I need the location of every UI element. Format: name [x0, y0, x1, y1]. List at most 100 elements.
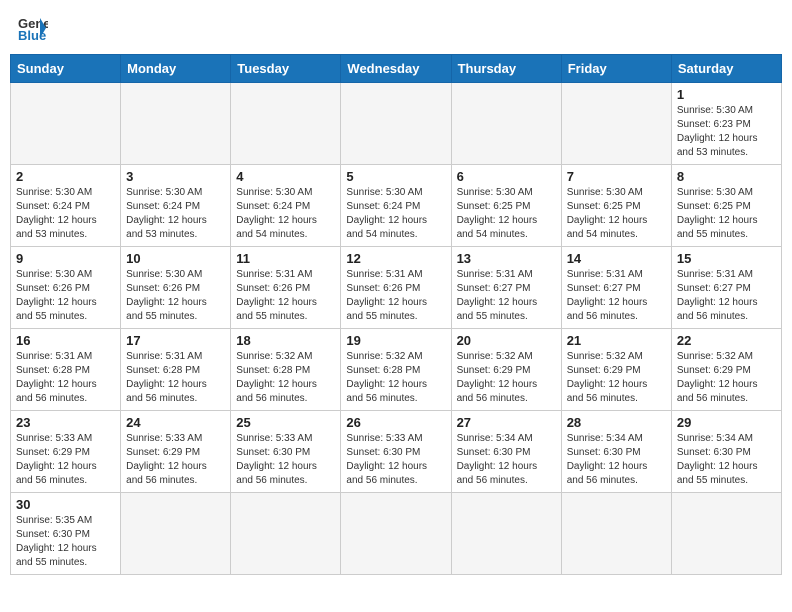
day-number: 12	[346, 251, 445, 266]
day-number: 21	[567, 333, 666, 348]
calendar-cell	[231, 83, 341, 165]
day-info: Sunrise: 5:35 AM Sunset: 6:30 PM Dayligh…	[16, 514, 115, 570]
calendar: SundayMondayTuesdayWednesdayThursdayFrid…	[10, 54, 782, 575]
day-info: Sunrise: 5:31 AM Sunset: 6:26 PM Dayligh…	[236, 268, 335, 324]
day-number: 24	[126, 415, 225, 430]
day-number: 10	[126, 251, 225, 266]
calendar-cell: 9Sunrise: 5:30 AM Sunset: 6:26 PM Daylig…	[11, 247, 121, 329]
calendar-cell: 6 Sunrise: 5:30 AM Sunset: 6:25 PM Daylig…	[451, 165, 561, 247]
week-row-5: 23 Sunrise: 5:33 AM Sunset: 6:29 PM Dayli…	[11, 411, 782, 493]
day-info: Sunrise: 5:31 AM Sunset: 6:27 PM Dayligh…	[457, 268, 556, 324]
day-info: Sunrise: 5:32 AM Sunset: 6:29 PM Dayligh…	[677, 350, 776, 406]
calendar-cell: 15 Sunrise: 5:31 AM Sunset: 6:27 PM Dayli…	[671, 247, 781, 329]
day-number: 30	[16, 497, 115, 512]
day-info: Sunrise: 5:33 AM Sunset: 6:29 PM Dayligh…	[16, 432, 115, 488]
day-info: Sunrise: 5:32 AM Sunset: 6:28 PM Dayligh…	[236, 350, 335, 406]
day-info: Sunrise: 5:33 AM Sunset: 6:29 PM Dayligh…	[126, 432, 225, 488]
weekday-header-thursday: Thursday	[451, 55, 561, 83]
weekday-header-tuesday: Tuesday	[231, 55, 341, 83]
calendar-cell: 2 Sunrise: 5:30 AM Sunset: 6:24 PM Daylig…	[11, 165, 121, 247]
calendar-cell: 13 Sunrise: 5:31 AM Sunset: 6:27 PM Dayli…	[451, 247, 561, 329]
day-number: 23	[16, 415, 115, 430]
day-info: Sunrise: 5:32 AM Sunset: 6:29 PM Dayligh…	[567, 350, 666, 406]
day-number: 15	[677, 251, 776, 266]
day-info: Sunrise: 5:30 AM Sunset: 6:24 PM Dayligh…	[16, 186, 115, 242]
weekday-header-saturday: Saturday	[671, 55, 781, 83]
weekday-header-wednesday: Wednesday	[341, 55, 451, 83]
day-info: Sunrise: 5:31 AM Sunset: 6:27 PM Dayligh…	[567, 268, 666, 324]
day-number: 7	[567, 169, 666, 184]
day-info: Sunrise: 5:31 AM Sunset: 6:28 PM Dayligh…	[16, 350, 115, 406]
header: General Blue	[10, 10, 782, 46]
day-number: 22	[677, 333, 776, 348]
day-number: 4	[236, 169, 335, 184]
calendar-cell	[561, 83, 671, 165]
calendar-cell: 25Sunrise: 5:33 AM Sunset: 6:30 PM Dayli…	[231, 411, 341, 493]
calendar-cell: 14 Sunrise: 5:31 AM Sunset: 6:27 PM Dayli…	[561, 247, 671, 329]
calendar-cell	[451, 83, 561, 165]
day-info: Sunrise: 5:33 AM Sunset: 6:30 PM Dayligh…	[236, 432, 335, 488]
day-info: Sunrise: 5:34 AM Sunset: 6:30 PM Dayligh…	[677, 432, 776, 488]
day-info: Sunrise: 5:30 AM Sunset: 6:23 PM Dayligh…	[677, 104, 776, 160]
day-info: Sunrise: 5:33 AM Sunset: 6:30 PM Dayligh…	[346, 432, 445, 488]
logo: General Blue	[18, 14, 52, 42]
day-info: Sunrise: 5:31 AM Sunset: 6:27 PM Dayligh…	[677, 268, 776, 324]
calendar-cell: 22 Sunrise: 5:32 AM Sunset: 6:29 PM Dayli…	[671, 329, 781, 411]
day-info: Sunrise: 5:30 AM Sunset: 6:25 PM Dayligh…	[677, 186, 776, 242]
calendar-cell	[121, 83, 231, 165]
day-number: 26	[346, 415, 445, 430]
day-number: 9	[16, 251, 115, 266]
day-info: Sunrise: 5:32 AM Sunset: 6:29 PM Dayligh…	[457, 350, 556, 406]
calendar-cell: 20 Sunrise: 5:32 AM Sunset: 6:29 PM Dayli…	[451, 329, 561, 411]
day-number: 19	[346, 333, 445, 348]
calendar-cell: 21 Sunrise: 5:32 AM Sunset: 6:29 PM Dayli…	[561, 329, 671, 411]
calendar-cell: 18 Sunrise: 5:32 AM Sunset: 6:28 PM Dayli…	[231, 329, 341, 411]
day-number: 11	[236, 251, 335, 266]
week-row-1: 1 Sunrise: 5:30 AM Sunset: 6:23 PM Daylig…	[11, 83, 782, 165]
calendar-cell	[561, 493, 671, 575]
calendar-cell: 23 Sunrise: 5:33 AM Sunset: 6:29 PM Dayli…	[11, 411, 121, 493]
calendar-cell: 26 Sunrise: 5:33 AM Sunset: 6:30 PM Dayli…	[341, 411, 451, 493]
day-number: 1	[677, 87, 776, 102]
day-number: 6	[457, 169, 556, 184]
day-number: 18	[236, 333, 335, 348]
day-number: 16	[16, 333, 115, 348]
day-info: Sunrise: 5:30 AM Sunset: 6:24 PM Dayligh…	[126, 186, 225, 242]
weekday-header-row: SundayMondayTuesdayWednesdayThursdayFrid…	[11, 55, 782, 83]
day-info: Sunrise: 5:32 AM Sunset: 6:28 PM Dayligh…	[346, 350, 445, 406]
weekday-header-sunday: Sunday	[11, 55, 121, 83]
calendar-cell: 7Sunrise: 5:30 AM Sunset: 6:25 PM Daylig…	[561, 165, 671, 247]
day-info: Sunrise: 5:30 AM Sunset: 6:24 PM Dayligh…	[346, 186, 445, 242]
day-number: 29	[677, 415, 776, 430]
calendar-cell: 19 Sunrise: 5:32 AM Sunset: 6:28 PM Dayli…	[341, 329, 451, 411]
day-number: 14	[567, 251, 666, 266]
calendar-cell: 12 Sunrise: 5:31 AM Sunset: 6:26 PM Dayli…	[341, 247, 451, 329]
day-number: 28	[567, 415, 666, 430]
calendar-cell: 5 Sunrise: 5:30 AM Sunset: 6:24 PM Daylig…	[341, 165, 451, 247]
day-number: 2	[16, 169, 115, 184]
day-number: 5	[346, 169, 445, 184]
calendar-cell	[231, 493, 341, 575]
day-info: Sunrise: 5:31 AM Sunset: 6:26 PM Dayligh…	[346, 268, 445, 324]
day-info: Sunrise: 5:30 AM Sunset: 6:25 PM Dayligh…	[457, 186, 556, 242]
calendar-cell	[11, 83, 121, 165]
day-number: 13	[457, 251, 556, 266]
day-info: Sunrise: 5:30 AM Sunset: 6:24 PM Dayligh…	[236, 186, 335, 242]
calendar-cell: 29 Sunrise: 5:34 AM Sunset: 6:30 PM Dayli…	[671, 411, 781, 493]
calendar-cell	[341, 493, 451, 575]
calendar-cell	[341, 83, 451, 165]
day-number: 20	[457, 333, 556, 348]
calendar-cell: 11 Sunrise: 5:31 AM Sunset: 6:26 PM Dayli…	[231, 247, 341, 329]
week-row-2: 2 Sunrise: 5:30 AM Sunset: 6:24 PM Daylig…	[11, 165, 782, 247]
day-info: Sunrise: 5:34 AM Sunset: 6:30 PM Dayligh…	[457, 432, 556, 488]
day-number: 8	[677, 169, 776, 184]
calendar-cell	[451, 493, 561, 575]
day-info: Sunrise: 5:31 AM Sunset: 6:28 PM Dayligh…	[126, 350, 225, 406]
calendar-cell: 24 Sunrise: 5:33 AM Sunset: 6:29 PM Dayli…	[121, 411, 231, 493]
day-number: 3	[126, 169, 225, 184]
calendar-cell: 4 Sunrise: 5:30 AM Sunset: 6:24 PM Daylig…	[231, 165, 341, 247]
calendar-cell: 16 Sunrise: 5:31 AM Sunset: 6:28 PM Dayli…	[11, 329, 121, 411]
calendar-cell	[121, 493, 231, 575]
calendar-cell: 8 Sunrise: 5:30 AM Sunset: 6:25 PM Daylig…	[671, 165, 781, 247]
weekday-header-friday: Friday	[561, 55, 671, 83]
